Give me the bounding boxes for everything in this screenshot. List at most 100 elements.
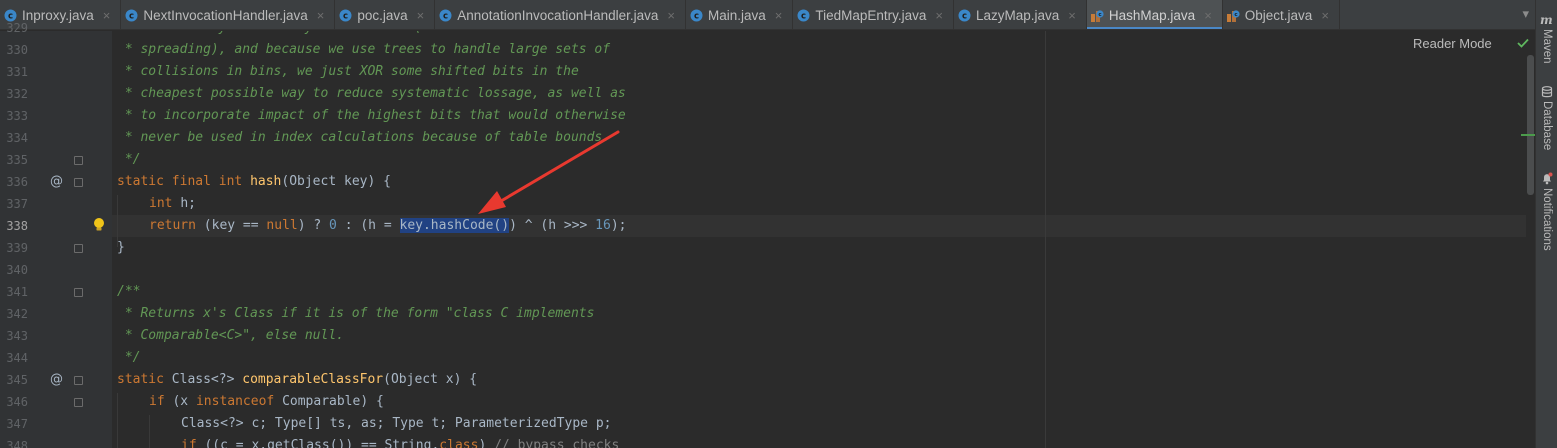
code-token: ); xyxy=(610,218,627,233)
fold-marker-icon[interactable] xyxy=(74,288,83,297)
svg-text:c: c xyxy=(8,11,13,21)
keyword-token: static xyxy=(117,372,172,387)
tab-tiedmapentry-java[interactable]: c TiedMapEntry.java × xyxy=(793,0,954,29)
line-number[interactable]: 347 xyxy=(0,417,28,431)
method-name-comparableclassfor: comparableClassFor xyxy=(242,372,384,387)
line-number[interactable]: 342 xyxy=(0,307,28,321)
selected-hashcode-call[interactable]: key.hashCode() xyxy=(399,218,510,233)
class-icon: c xyxy=(4,9,17,21)
code-line-342: * Returns x's Class if it is of the form… xyxy=(117,306,595,321)
number-token: 0 xyxy=(329,218,337,233)
database-tool-button[interactable]: Database xyxy=(1536,86,1557,150)
keyword-token: if xyxy=(181,438,205,448)
class-icon: c xyxy=(125,9,138,21)
override-marker-icon[interactable]: @ xyxy=(50,372,63,387)
fold-marker-icon[interactable] xyxy=(74,244,83,253)
line-number[interactable]: 331 xyxy=(0,65,28,79)
code-token: ((c = x.getClass()) == String. xyxy=(204,438,440,448)
vertical-scrollbar[interactable] xyxy=(1526,31,1535,448)
indent-guide xyxy=(117,393,118,448)
override-marker-icon[interactable]: @ xyxy=(50,174,63,189)
fold-marker-icon[interactable] xyxy=(74,156,83,165)
reader-mode-button[interactable]: Reader Mode xyxy=(1413,36,1492,51)
keyword-token: static final int xyxy=(117,174,251,189)
tab-label: Object.java xyxy=(1244,7,1313,23)
tab-close-icon[interactable]: × xyxy=(317,8,325,23)
tab-close-icon[interactable]: × xyxy=(1204,8,1212,23)
line-number[interactable]: 333 xyxy=(0,109,28,123)
fold-marker-icon[interactable] xyxy=(74,376,83,385)
line-number[interactable]: 329 xyxy=(0,21,28,35)
code-token: (Object x) { xyxy=(383,372,478,387)
code-line-331: * collisions in bins, we just XOR some s… xyxy=(117,64,579,79)
library-class-icon: c xyxy=(1226,9,1240,22)
code-editor[interactable]: * are already reasonably distributed (so… xyxy=(112,31,1526,448)
tab-close-icon[interactable]: × xyxy=(417,8,425,23)
svg-text:c: c xyxy=(443,11,448,21)
code-line-335: */ xyxy=(117,152,141,167)
line-number[interactable]: 343 xyxy=(0,329,28,343)
notifications-tool-label: Notifications xyxy=(1541,188,1553,251)
keyword-token: return xyxy=(149,218,204,233)
tab-close-icon[interactable]: × xyxy=(935,8,943,23)
class-icon: c xyxy=(690,9,703,21)
line-number[interactable]: 341 xyxy=(0,285,28,299)
tab-annotationinvocationhandler-java[interactable]: c AnnotationInvocationHandler.java × xyxy=(435,0,686,29)
fold-marker-icon[interactable] xyxy=(74,398,83,407)
tab-close-icon[interactable]: × xyxy=(775,8,783,23)
keyword-token: class xyxy=(439,438,479,448)
database-icon xyxy=(1541,86,1553,98)
tab-overflow-chevron-icon[interactable]: ▾ xyxy=(1522,7,1529,22)
tab-nextinvocationhandler-java[interactable]: c NextInvocationHandler.java × xyxy=(121,0,336,29)
code-line-339: } xyxy=(117,240,125,255)
line-number[interactable]: 344 xyxy=(0,351,28,365)
tab-close-icon[interactable]: × xyxy=(103,8,111,23)
line-number[interactable]: 339 xyxy=(0,241,28,255)
line-number[interactable]: 338 xyxy=(0,219,28,233)
tab-close-icon[interactable]: × xyxy=(1321,8,1329,23)
maven-tool-label: Maven xyxy=(1541,29,1553,64)
line-number[interactable]: 348 xyxy=(0,439,28,448)
line-number[interactable]: 340 xyxy=(0,263,28,277)
class-icon: c xyxy=(958,9,971,21)
code-token: Class<?> xyxy=(171,372,243,387)
code-line-334: * never be used in index calculations be… xyxy=(117,130,611,145)
line-number[interactable]: 346 xyxy=(0,395,28,409)
code-line-347: Class<?> c; Type[] ts, as; Type t; Param… xyxy=(181,416,612,431)
code-line-341: /** xyxy=(117,284,141,299)
line-number[interactable]: 345 xyxy=(0,373,28,387)
tab-lazymap-java[interactable]: c LazyMap.java × xyxy=(954,0,1087,29)
tab-main-java[interactable]: c Main.java × xyxy=(686,0,794,29)
keyword-token: instanceof xyxy=(195,394,283,409)
code-line-337: int h; xyxy=(149,193,196,215)
tab-poc-java[interactable]: c poc.java × xyxy=(335,0,436,29)
svg-text:c: c xyxy=(962,11,967,21)
line-number[interactable]: 332 xyxy=(0,87,28,101)
error-stripe-mark[interactable] xyxy=(1521,134,1535,136)
tab-object-java[interactable]: c Object.java × xyxy=(1223,0,1340,29)
svg-text:c: c xyxy=(343,11,348,21)
tab-label: Main.java xyxy=(707,7,766,23)
keyword-token: int xyxy=(149,196,181,211)
line-number[interactable]: 337 xyxy=(0,197,28,211)
line-number[interactable]: 330 xyxy=(0,43,28,57)
line-number[interactable]: 336 xyxy=(0,175,28,189)
database-tool-label: Database xyxy=(1541,101,1553,151)
notifications-tool-button[interactable]: Notifications xyxy=(1536,172,1557,251)
code-token: ) ^ (h >>> xyxy=(509,218,596,233)
line-number[interactable]: 335 xyxy=(0,153,28,167)
tab-close-icon[interactable]: × xyxy=(1068,8,1076,23)
class-icon: c xyxy=(439,9,452,21)
intention-bulb-icon[interactable] xyxy=(93,217,105,233)
code-line-332: * cheapest possible way to reduce system… xyxy=(117,86,626,101)
notifications-bell-icon xyxy=(1543,172,1553,185)
line-number[interactable]: 334 xyxy=(0,131,28,145)
tab-hashmap-java[interactable]: c HashMap.java × xyxy=(1086,0,1223,29)
maven-tool-button[interactable]: m Maven xyxy=(1536,14,1557,64)
scrollbar-thumb[interactable] xyxy=(1527,55,1534,195)
code-token: (key == xyxy=(203,218,267,233)
code-token: ) ? xyxy=(297,218,330,233)
fold-marker-icon[interactable] xyxy=(74,178,83,187)
svg-text:c: c xyxy=(694,11,699,21)
tab-close-icon[interactable]: × xyxy=(667,8,675,23)
